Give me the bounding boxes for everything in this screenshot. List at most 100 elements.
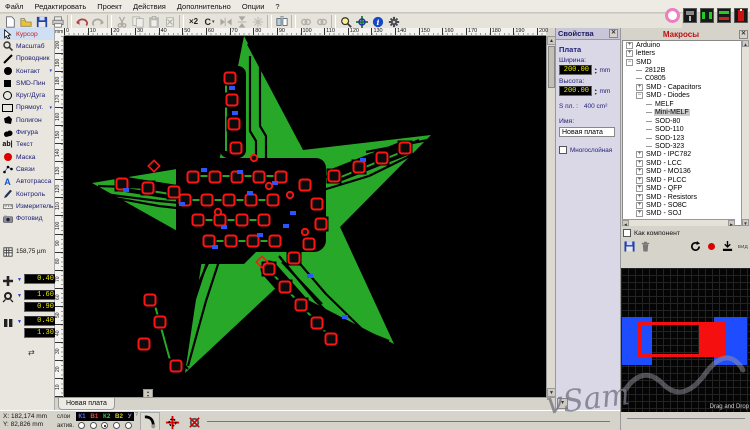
- tree-item-letters[interactable]: +letters: [623, 49, 742, 57]
- tool-круг-дуга[interactable]: Круг/Дуга: [0, 89, 54, 101]
- grid-setting[interactable]: 158,75 µm: [2, 246, 46, 257]
- tree-item-smd[interactable]: −SMD: [623, 58, 742, 66]
- rotate-macro-icon[interactable]: [690, 240, 702, 252]
- duplicate-button[interactable]: ×2: [186, 15, 201, 28]
- pcb-board-view[interactable]: [64, 36, 546, 397]
- no-connection-icon[interactable]: [184, 412, 204, 430]
- scroll-thumb[interactable]: [548, 46, 555, 88]
- scroll-down-icon[interactable]: ▼: [742, 219, 749, 226]
- view-label[interactable]: ВИД: [738, 244, 748, 249]
- place-macro-icon[interactable]: [722, 240, 734, 252]
- scroll-right-icon[interactable]: ►: [728, 220, 735, 226]
- close-icon[interactable]: ✕: [609, 29, 618, 38]
- tool-контакт[interactable]: Контакт▾: [0, 65, 54, 77]
- tree-item-mini-melf[interactable]: Mini-MELF: [623, 109, 742, 117]
- rotate-button[interactable]: C▾: [202, 15, 217, 28]
- expand-icon[interactable]: +: [636, 84, 643, 91]
- delete-macro-button[interactable]: [639, 240, 651, 252]
- tool-фигура[interactable]: Фигура: [0, 126, 54, 138]
- tree-item-smd-so8c[interactable]: +SMD - SO8C: [623, 201, 742, 209]
- tree-item-smd-lcc[interactable]: +SMD - LCC: [623, 159, 742, 167]
- track-dropdown-icon[interactable]: ▼: [17, 277, 22, 283]
- group-button[interactable]: [298, 15, 313, 28]
- expand-icon[interactable]: +: [636, 151, 643, 158]
- pad-size-row[interactable]: ▼ 1.60 0.90 ▲▼: [2, 290, 62, 312]
- board-tab[interactable]: Новая плата: [58, 398, 115, 410]
- layer-radio-к2[interactable]: [101, 422, 108, 429]
- expand-icon[interactable]: +: [636, 185, 643, 192]
- expand-icon[interactable]: +: [636, 168, 643, 175]
- chevron-down-icon[interactable]: ▾: [49, 68, 52, 74]
- tool-прямоуг[interactable]: Прямоуг.▾: [0, 102, 54, 114]
- layer-chip-в2[interactable]: В2: [115, 413, 123, 420]
- tool-smd-пин[interactable]: SMD-Пин: [0, 77, 54, 89]
- menu-item-редактировать[interactable]: Редактировать: [33, 2, 87, 11]
- expand-icon[interactable]: +: [636, 202, 643, 209]
- copy-button[interactable]: [130, 15, 145, 28]
- layer-chip-у[interactable]: У: [128, 413, 132, 420]
- expand-icon[interactable]: +: [626, 42, 633, 49]
- tree-item-c0805[interactable]: C0805: [623, 75, 742, 83]
- layer-chip-к2[interactable]: К2: [103, 413, 110, 420]
- tool-маска[interactable]: Маска: [0, 151, 54, 163]
- paste-button[interactable]: [146, 15, 161, 28]
- board-name-input[interactable]: Новая плата: [559, 127, 615, 137]
- layer-radio-к1[interactable]: [78, 422, 85, 429]
- tree-item-sod-123[interactable]: SOD-123: [623, 134, 742, 142]
- mirror-horizontal-button[interactable]: [218, 15, 233, 28]
- chevron-down-icon[interactable]: ▾: [49, 105, 52, 111]
- width-spinner[interactable]: ▲▼: [594, 67, 597, 75]
- expand-icon[interactable]: +: [626, 50, 633, 57]
- vertical-scrollbar[interactable]: ▲ ▼: [546, 36, 555, 397]
- tree-item-sod-110[interactable]: SOD-110: [623, 125, 742, 133]
- smd-dropdown-icon[interactable]: ▼: [17, 319, 22, 325]
- track-width-row[interactable]: ▼ 0.40 ▲▼: [2, 274, 62, 287]
- pad-inner-value[interactable]: 0.90: [24, 302, 57, 312]
- preview-zoom-slider[interactable]: [627, 418, 745, 419]
- menu-item-действия[interactable]: Действия: [132, 2, 167, 11]
- multilayer-checkbox[interactable]: [559, 146, 567, 154]
- tree-item-smd-ipc782[interactable]: +SMD - IPC782: [623, 151, 742, 159]
- flip-board-button[interactable]: [274, 15, 289, 28]
- layer-chip-в1[interactable]: В1: [90, 413, 98, 420]
- expand-icon[interactable]: +: [636, 210, 643, 217]
- expand-icon[interactable]: +: [636, 177, 643, 184]
- pink-ring-icon[interactable]: [665, 8, 680, 23]
- tree-item-arduino[interactable]: +Arduino: [623, 41, 742, 49]
- ungroup-button[interactable]: [314, 15, 329, 28]
- save-macro-button[interactable]: [623, 240, 635, 252]
- tool-полигон[interactable]: Полигон: [0, 114, 54, 126]
- tool-контроль[interactable]: Контроль: [0, 188, 54, 200]
- expand-icon[interactable]: +: [636, 194, 643, 201]
- menu-item-дополнительно[interactable]: Дополнительно: [176, 2, 232, 11]
- expand-icon[interactable]: +: [636, 160, 643, 167]
- pad-dropdown-icon[interactable]: ▼: [17, 293, 22, 299]
- board-width-value[interactable]: 200.00: [559, 65, 592, 75]
- track-bend-icon[interactable]: [140, 412, 160, 430]
- track-width-value[interactable]: 0.40: [24, 274, 57, 284]
- layer-chip-к1[interactable]: К1: [78, 413, 85, 420]
- menu-item-файл[interactable]: Файл: [4, 2, 24, 11]
- save-button[interactable]: [34, 15, 49, 28]
- tree-vertical-scrollbar[interactable]: ▲ ▼: [741, 40, 749, 226]
- undo-button[interactable]: [74, 15, 89, 28]
- tree-item-melf[interactable]: MELF: [623, 100, 742, 108]
- goto-button[interactable]: [354, 15, 369, 28]
- height-spinner[interactable]: ▲▼: [594, 88, 597, 96]
- layer-radio-у[interactable]: [125, 422, 132, 429]
- collapse-icon[interactable]: −: [636, 92, 643, 99]
- tree-item-smd-qfp[interactable]: +SMD - QFP: [623, 184, 742, 192]
- tree-item-2812b[interactable]: 2812B: [623, 66, 742, 74]
- smd-height-value[interactable]: 1.30: [24, 328, 57, 338]
- collapse-icon[interactable]: −: [626, 59, 633, 66]
- align-button[interactable]: [250, 15, 265, 28]
- tool-проводник[interactable]: Проводник: [0, 53, 54, 65]
- dip-component-icon[interactable]: [717, 8, 731, 23]
- width-slider[interactable]: [207, 421, 610, 422]
- layer-radio-в1[interactable]: [90, 422, 97, 429]
- tool-измеритель[interactable]: Измеритель: [0, 200, 54, 212]
- smd-component-icon[interactable]: [700, 8, 714, 23]
- macro-preview[interactable]: Drag and Drop: [621, 268, 750, 412]
- origin-target-icon[interactable]: [162, 412, 182, 430]
- board-height-value[interactable]: 200.00: [559, 86, 592, 96]
